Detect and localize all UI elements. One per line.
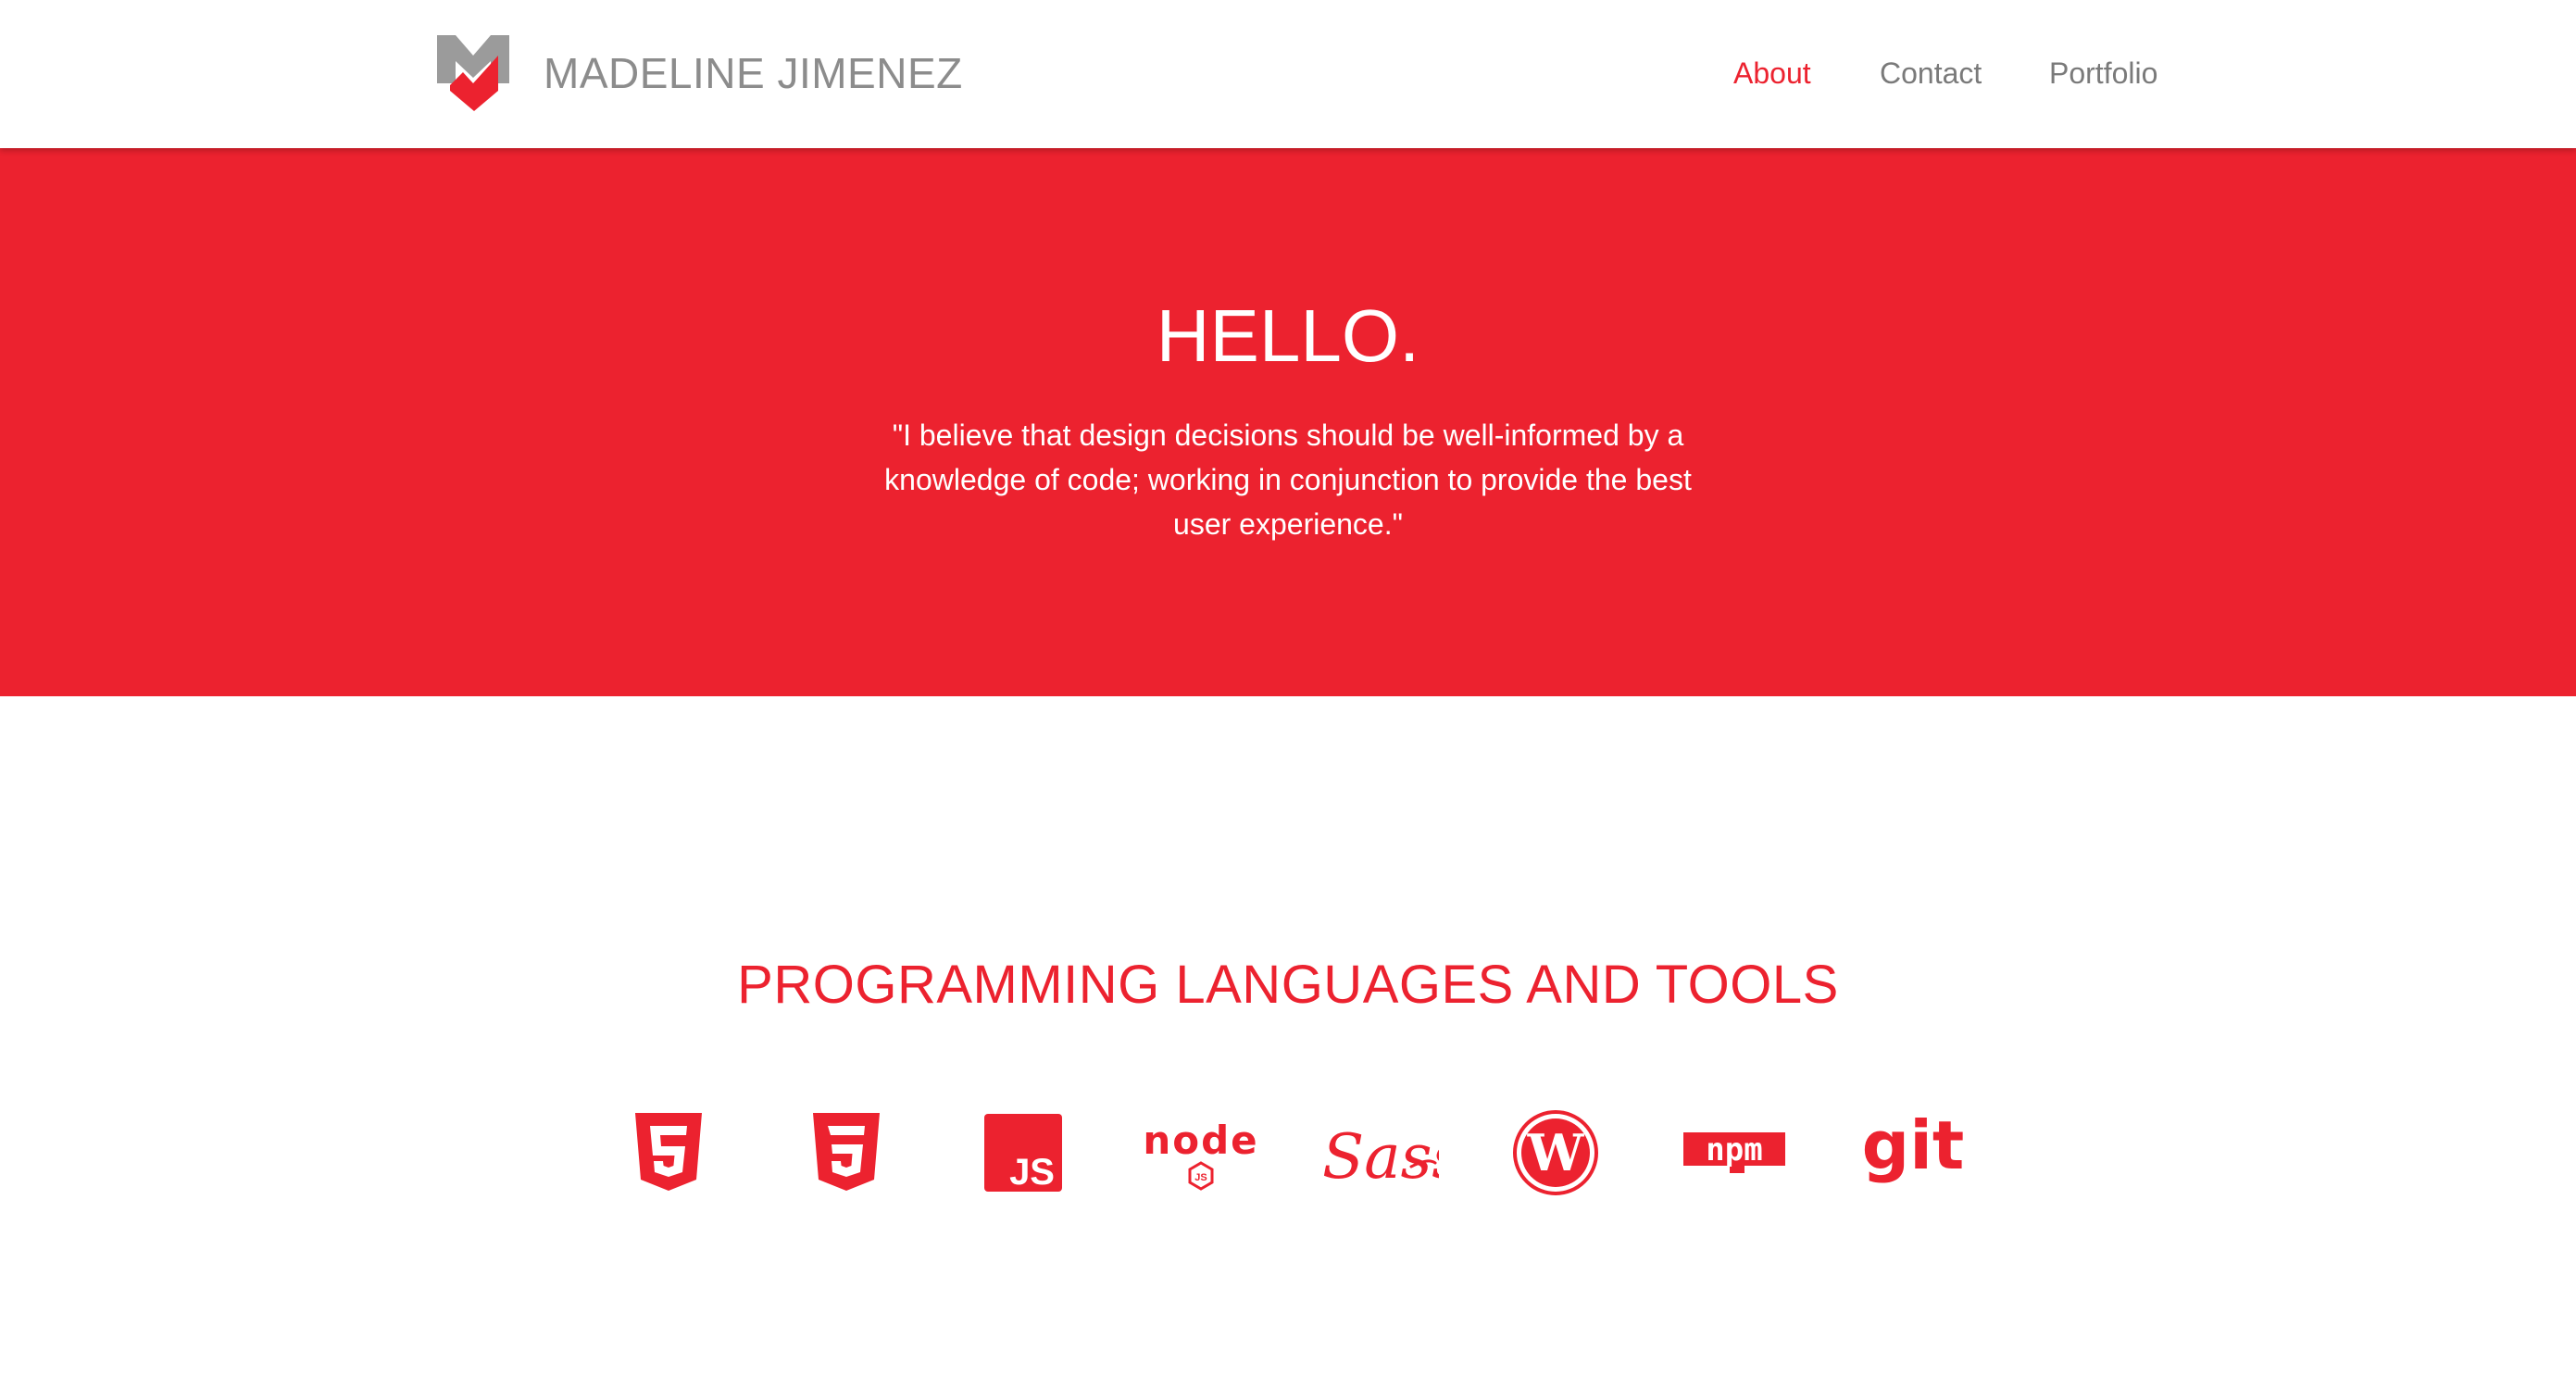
sass-icon: Sass — [1322, 1121, 1439, 1193]
hero-section: HELLO. "I believe that design decisions … — [0, 148, 2576, 696]
nav-portfolio-link[interactable]: Portfolio — [2049, 52, 2157, 94]
nodejs-icon: node JS — [1143, 1118, 1258, 1191]
npm-icon: npm — [1683, 1132, 1785, 1173]
wordpress-icon: W — [1513, 1110, 1598, 1195]
git-icon-text: git — [1862, 1107, 1965, 1184]
html5-icon — [635, 1113, 702, 1191]
npm-icon-text: npm — [1706, 1132, 1762, 1168]
javascript-icon-text: JS — [1009, 1152, 1055, 1192]
git-icon: git — [1862, 1107, 1965, 1184]
sass-icon-text: Sass — [1322, 1121, 1439, 1193]
site-header: MADELINE JIMENEZ About Contact Portfolio — [0, 0, 2576, 148]
nav-about-link[interactable]: About — [1733, 52, 1811, 94]
nodejs-icon-text: node — [1143, 1118, 1258, 1163]
nav-contact-link[interactable]: Contact — [1880, 52, 1982, 94]
tools-heading: PROGRAMMING LANGUAGES AND TOOLS — [737, 955, 1839, 1015]
wordpress-icon-text: W — [1527, 1123, 1585, 1182]
nodejs-icon-subtext: JS — [1194, 1172, 1207, 1183]
hero-title: HELLO. — [1156, 294, 1420, 377]
main-nav: About Contact Portfolio — [0, 52, 2576, 94]
javascript-icon: JS — [984, 1114, 1062, 1192]
hero-quote: "I believe that design decisions should … — [884, 419, 1692, 541]
css3-icon — [813, 1113, 880, 1191]
